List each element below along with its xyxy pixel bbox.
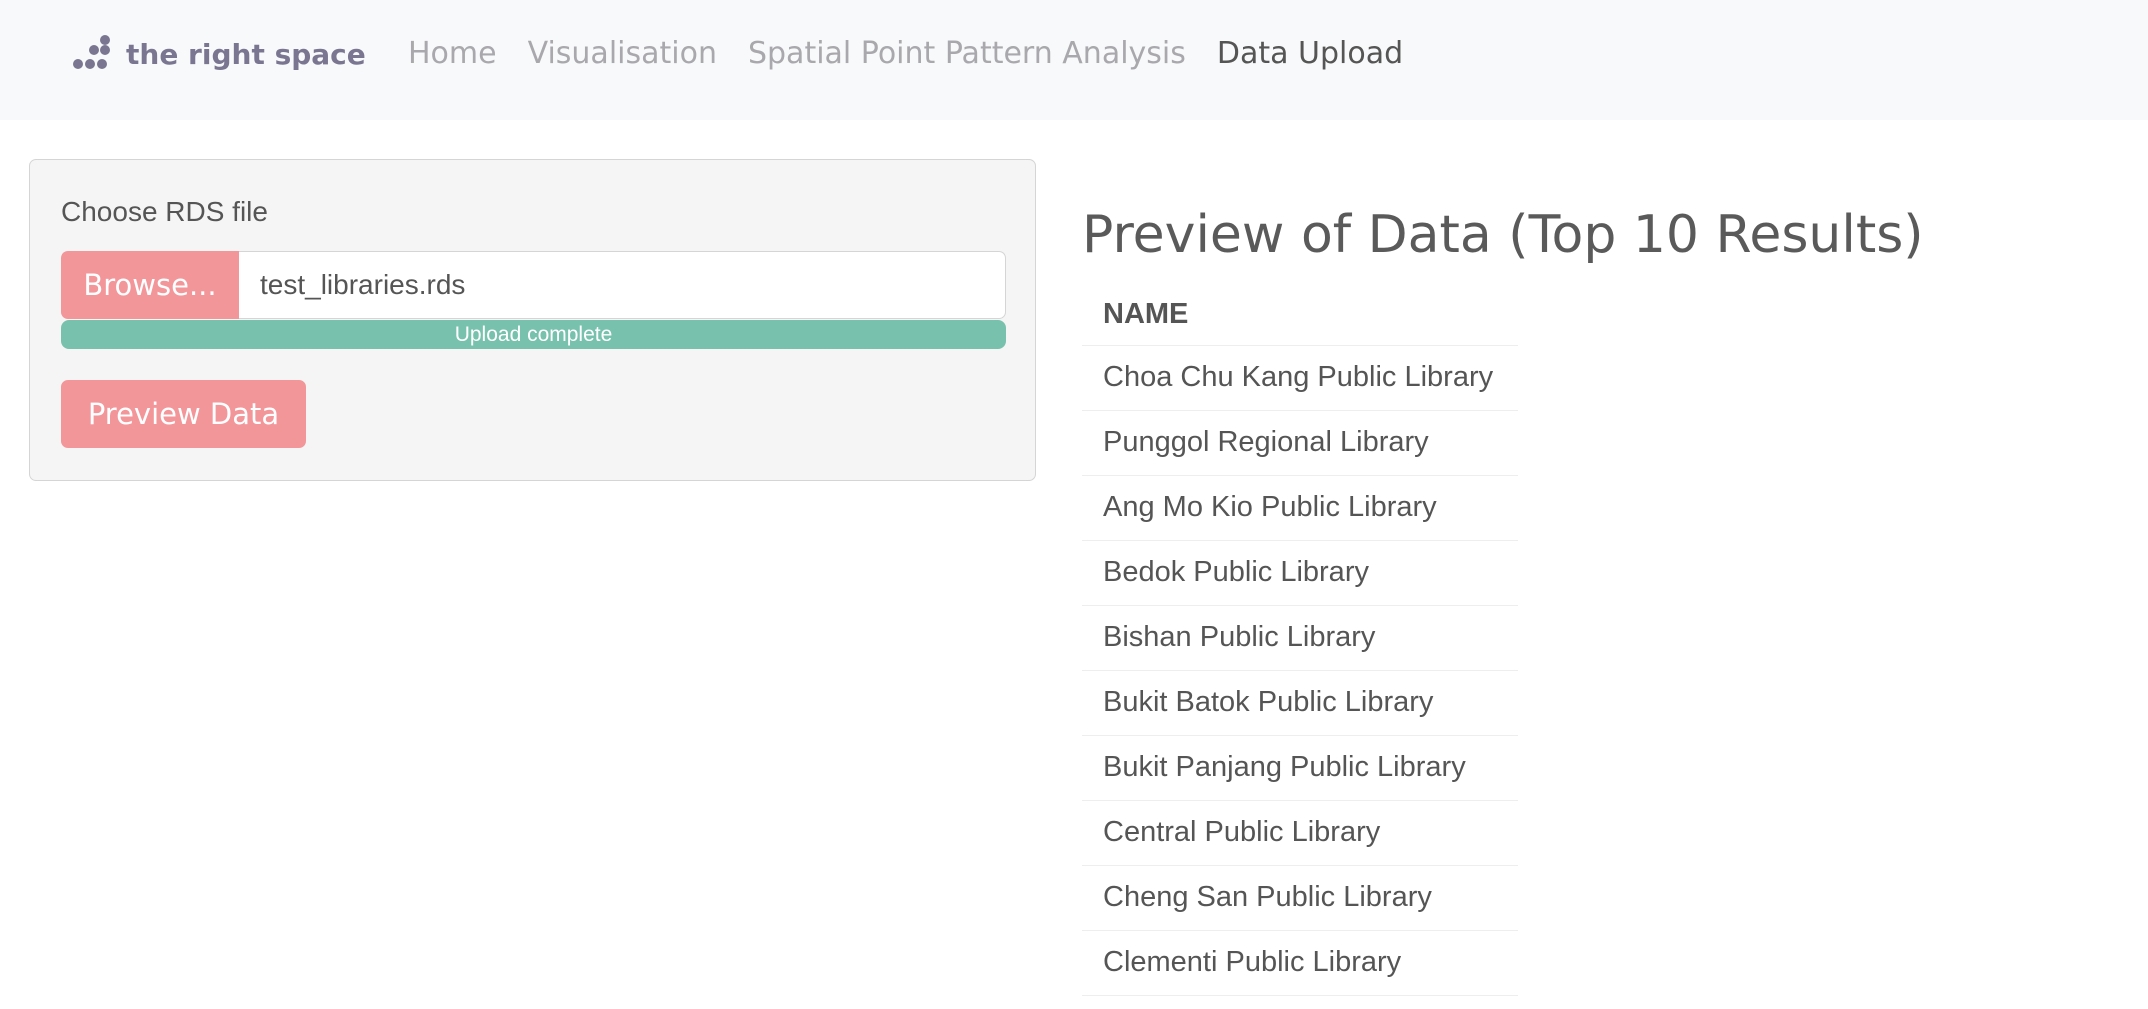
- table-row: Bukit Batok Public Library: [1082, 670, 1518, 736]
- upload-status-text: Upload complete: [454, 322, 613, 346]
- preview-title: Preview of Data (Top 10 Results): [1082, 205, 1924, 265]
- preview-table: NAME Choa Chu Kang Public Library Punggo…: [1082, 285, 1518, 996]
- navbar: the right space Home Visualisation Spati…: [0, 0, 2148, 120]
- nav-menu: Home Visualisation Spatial Point Pattern…: [408, 34, 1434, 74]
- nav-visualisation[interactable]: Visualisation: [528, 34, 717, 74]
- table-cell: Bukit Batok Public Library: [1082, 670, 1518, 736]
- table-row: Bishan Public Library: [1082, 605, 1518, 671]
- file-picker: Browse... test_libraries.rds: [61, 251, 1006, 319]
- table-header-row: NAME: [1082, 285, 1518, 346]
- upload-progress-bar: Upload complete: [61, 320, 1006, 349]
- table-cell: Ang Mo Kio Public Library: [1082, 475, 1518, 541]
- nav-data-upload[interactable]: Data Upload: [1217, 34, 1403, 74]
- table-row: Bukit Panjang Public Library: [1082, 735, 1518, 801]
- table-cell: Clementi Public Library: [1082, 930, 1518, 996]
- table-row: Clementi Public Library: [1082, 930, 1518, 996]
- table-cell: Bishan Public Library: [1082, 605, 1518, 671]
- table-row: Choa Chu Kang Public Library: [1082, 345, 1518, 411]
- browse-button[interactable]: Browse...: [61, 251, 239, 319]
- table-cell: Bukit Panjang Public Library: [1082, 735, 1518, 801]
- upload-progress-fill: Upload complete: [61, 320, 1006, 349]
- file-input-label: Choose RDS file: [61, 196, 268, 227]
- table-row: Central Public Library: [1082, 800, 1518, 866]
- table-cell: Central Public Library: [1082, 800, 1518, 866]
- table-cell: Punggol Regional Library: [1082, 410, 1518, 476]
- nav-spatial-point-pattern-analysis[interactable]: Spatial Point Pattern Analysis: [748, 34, 1186, 74]
- nav-home[interactable]: Home: [408, 34, 497, 74]
- file-name-field[interactable]: test_libraries.rds: [239, 251, 1006, 319]
- brand-name: the right space: [126, 37, 366, 71]
- table-cell: Choa Chu Kang Public Library: [1082, 345, 1518, 411]
- table-row: Punggol Regional Library: [1082, 410, 1518, 476]
- table-row: Bedok Public Library: [1082, 540, 1518, 606]
- upload-panel: Choose RDS file Browse... test_libraries…: [29, 159, 1036, 481]
- table-cell: Cheng San Public Library: [1082, 865, 1518, 931]
- column-header-name: NAME: [1082, 285, 1518, 346]
- table-row: Ang Mo Kio Public Library: [1082, 475, 1518, 541]
- brand[interactable]: the right space: [73, 34, 366, 74]
- table-cell: Bedok Public Library: [1082, 540, 1518, 606]
- preview-data-button[interactable]: Preview Data: [61, 380, 306, 448]
- dots-logo-icon: [73, 35, 110, 69]
- table-row: Cheng San Public Library: [1082, 865, 1518, 931]
